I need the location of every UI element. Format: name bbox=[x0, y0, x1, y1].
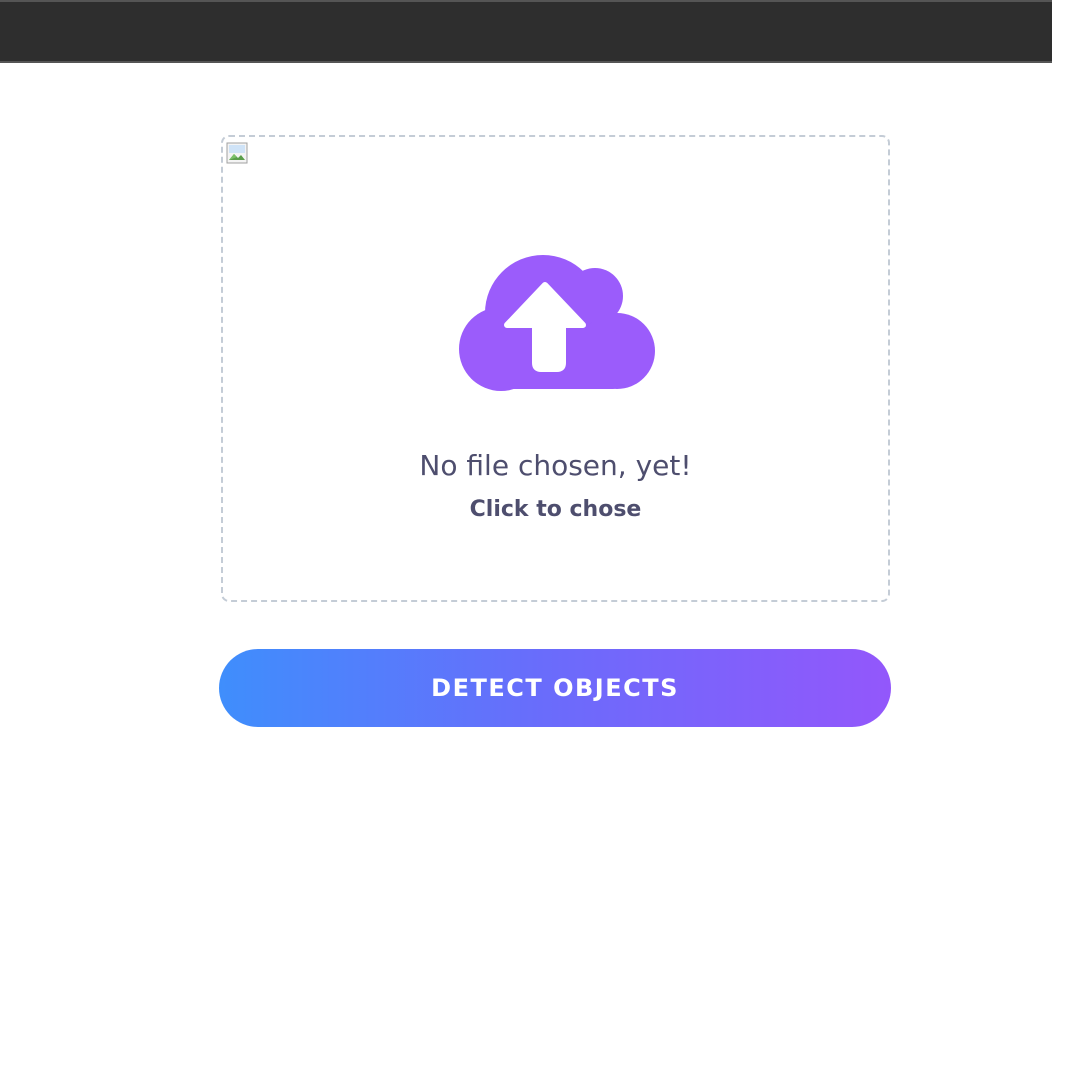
toolbar-edge bbox=[1052, 0, 1080, 63]
upload-status-text: No file chosen, yet! bbox=[419, 449, 692, 482]
upload-hint-text[interactable]: Click to chose bbox=[223, 497, 888, 522]
broken-image-icon bbox=[226, 142, 248, 164]
file-upload-dropzone[interactable]: No file chosen, yet! Click to chose bbox=[221, 135, 890, 602]
cloud-upload-icon bbox=[459, 255, 655, 391]
detect-objects-button[interactable]: DETECT OBJECTS bbox=[219, 649, 891, 727]
browser-toolbar bbox=[0, 0, 1052, 63]
